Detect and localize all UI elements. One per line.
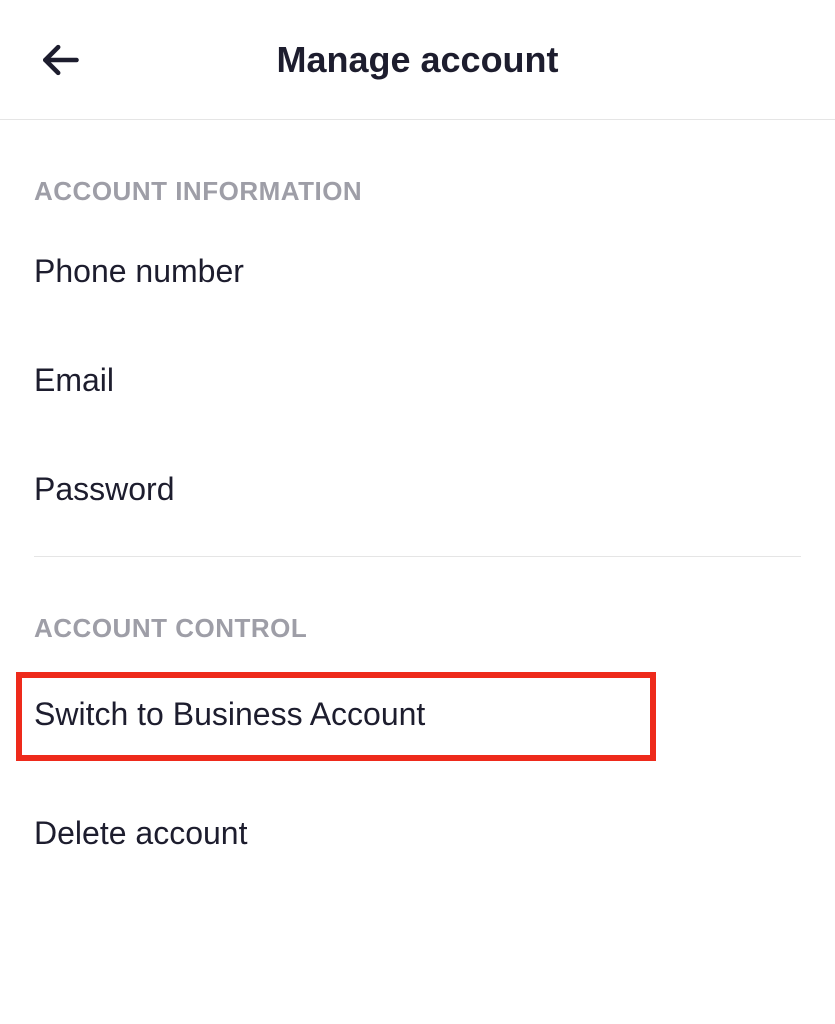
header: Manage account	[0, 0, 835, 120]
list-item-email[interactable]: Email	[34, 326, 801, 435]
list-item-switch-business[interactable]: Switch to Business Account	[16, 672, 656, 761]
list-item-label: Switch to Business Account	[34, 696, 425, 732]
arrow-left-icon	[38, 38, 82, 82]
list-item-label: Password	[34, 471, 175, 507]
page-title: Manage account	[30, 39, 805, 81]
list-item-phone-number[interactable]: Phone number	[34, 217, 801, 326]
section-header-account-control: ACCOUNT CONTROL	[34, 557, 801, 654]
section-header-account-information: ACCOUNT INFORMATION	[34, 120, 801, 217]
list-item-label: Delete account	[34, 815, 247, 851]
list-item-password[interactable]: Password	[34, 435, 801, 544]
content: ACCOUNT INFORMATION Phone number Email P…	[0, 120, 835, 888]
list-item-label: Email	[34, 362, 114, 398]
list-item-delete-account[interactable]: Delete account	[34, 779, 801, 888]
back-button[interactable]	[30, 30, 90, 90]
list-item-label: Phone number	[34, 253, 244, 289]
